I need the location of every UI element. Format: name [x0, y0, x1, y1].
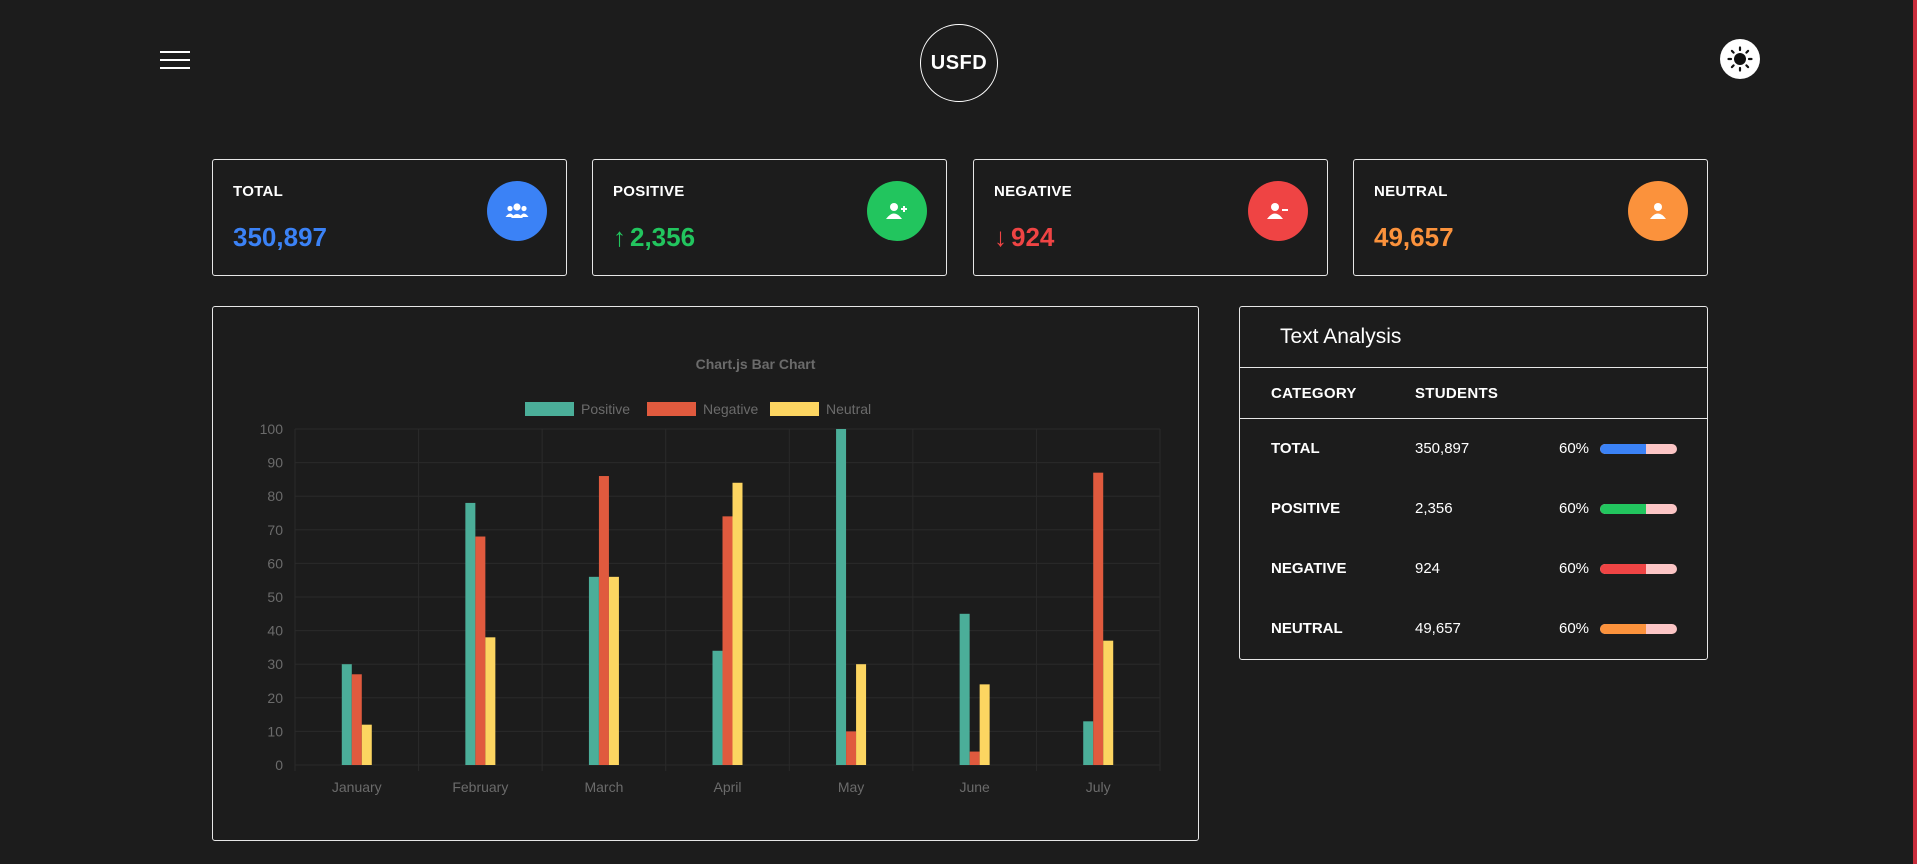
bar-positive [588, 576, 599, 765]
arrow-down-icon: ↓ [994, 222, 1007, 252]
bar-negative [969, 751, 980, 765]
users-icon [487, 181, 547, 241]
row-percent: 60% [1559, 620, 1590, 637]
legend-label: Neutral [826, 401, 871, 417]
row-students: 49,657 [1415, 620, 1461, 637]
stat-value: 350,897 [233, 222, 327, 252]
scrollbar[interactable] [1913, 0, 1917, 864]
divider [1240, 418, 1707, 419]
bar-neutral [485, 637, 496, 765]
row-students: 350,897 [1415, 440, 1470, 457]
bar-positive [465, 502, 476, 765]
bar-negative [598, 476, 609, 765]
user-icon [1628, 181, 1688, 241]
bar-neutral [979, 684, 990, 765]
bar-negative [475, 536, 486, 765]
row-students: 924 [1415, 560, 1441, 577]
legend-label: Positive [581, 401, 630, 417]
user-minus-icon [1248, 181, 1308, 241]
bar-chart: Chart.js Bar Chart Positive Negative Neutra… [260, 356, 1161, 795]
legend-swatch [647, 402, 696, 416]
y-tick-label: 30 [267, 656, 283, 672]
bar-positive [836, 429, 847, 765]
x-tick-label: May [838, 779, 864, 795]
bar-positive [1083, 721, 1094, 765]
row-category: NEUTRAL [1271, 620, 1343, 637]
stat-value: ↓ 924 [994, 222, 1055, 252]
stat-value: 49,657 [1374, 222, 1454, 252]
stat-title: TOTAL [233, 183, 284, 200]
progress-fill [1600, 504, 1647, 514]
bar-negative [1093, 472, 1104, 765]
row-percent: 60% [1559, 440, 1590, 457]
y-tick-label: 60 [267, 555, 283, 571]
legend-swatch [525, 402, 574, 416]
stat-title: NEGATIVE [994, 183, 1072, 200]
x-tick-label: February [452, 779, 508, 795]
hamburger-menu-icon[interactable] [160, 51, 190, 71]
row-students: 2,356 [1415, 500, 1453, 517]
bar-neutral [1103, 640, 1114, 765]
row-percent: 60% [1559, 500, 1590, 517]
row-percent: 60% [1559, 560, 1590, 577]
bar-positive [341, 664, 352, 765]
progress-fill [1600, 564, 1647, 574]
legend-label: Negative [703, 401, 758, 417]
progress-bar [1600, 504, 1677, 514]
arrow-up-icon: ↑ [613, 222, 626, 252]
column-header-students: STUDENTS [1415, 385, 1499, 402]
bar-neutral [608, 576, 619, 765]
y-tick-label: 20 [267, 690, 283, 706]
bar-positive [959, 613, 970, 765]
stat-card-total: TOTAL 350,897 [212, 159, 567, 276]
stat-card-negative: NEGATIVE ↓ 924 [973, 159, 1328, 276]
row-category: TOTAL [1271, 440, 1320, 457]
bar-neutral [361, 724, 372, 765]
x-tick-label: July [1086, 779, 1111, 795]
stat-value: ↑ 2,356 [613, 222, 696, 252]
divider [1240, 367, 1707, 368]
stat-title: NEUTRAL [1374, 183, 1448, 200]
bar-negative [846, 731, 857, 765]
bar-negative [351, 674, 362, 765]
y-tick-label: 90 [267, 455, 283, 471]
y-tick-label: 40 [267, 623, 283, 639]
row-category: POSITIVE [1271, 500, 1341, 517]
column-header-category: CATEGORY [1271, 385, 1357, 402]
progress-bar [1600, 444, 1677, 454]
logo[interactable]: USFD [920, 24, 998, 102]
y-tick-label: 10 [267, 723, 283, 739]
top-bar: USFD [0, 0, 1917, 130]
analysis-title: Text Analysis [1280, 325, 1402, 348]
user-plus-icon [867, 181, 927, 241]
progress-bar [1600, 624, 1677, 634]
x-tick-label: April [713, 779, 741, 795]
bar-positive [712, 650, 723, 765]
y-tick-label: 0 [275, 757, 283, 773]
y-tick-label: 80 [267, 488, 283, 504]
progress-fill [1600, 444, 1647, 454]
stat-title: POSITIVE [613, 183, 685, 200]
text-analysis-card: Text Analysis CATEGORY STUDENTS TOTAL 35… [1239, 306, 1708, 660]
legend-swatch [770, 402, 819, 416]
chart-title: Chart.js Bar Chart [696, 356, 816, 372]
progress-fill [1600, 624, 1647, 634]
stat-card-neutral: NEUTRAL 49,657 [1353, 159, 1708, 276]
progress-bar [1600, 564, 1677, 574]
x-tick-label: June [959, 779, 990, 795]
sun-icon[interactable] [1720, 39, 1760, 79]
bar-neutral [732, 482, 743, 765]
row-category: NEGATIVE [1271, 560, 1347, 577]
x-tick-label: January [332, 779, 382, 795]
y-tick-label: 100 [260, 421, 284, 437]
bar-chart-card: Chart.js Bar Chart Positive Negative Neutra… [212, 306, 1199, 841]
y-tick-label: 50 [267, 589, 283, 605]
x-tick-label: March [584, 779, 623, 795]
stat-card-positive: POSITIVE ↑ 2,356 [592, 159, 947, 276]
y-tick-label: 70 [267, 522, 283, 538]
bar-negative [722, 516, 733, 765]
bar-neutral [856, 664, 867, 765]
